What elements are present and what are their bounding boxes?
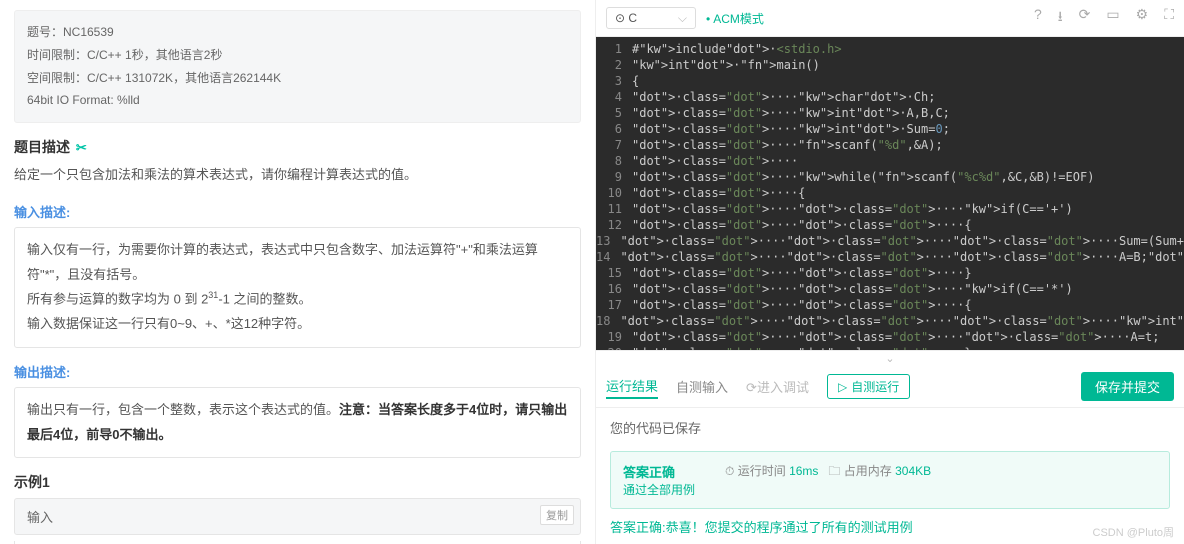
tab-result[interactable]: 运行结果 xyxy=(606,374,658,399)
tab-debug[interactable]: ⟳进入调试 xyxy=(746,375,809,398)
code-panel: ⊙ C ACM模式 ? ⭳ ⟳ ▭ ⚙ ⛶ 1#"kw">include"dot… xyxy=(596,0,1184,544)
result-box: 答案正确 通过全部用例 ⏱ 运行时间 16ms 🗀 占用内存 304KB xyxy=(610,451,1170,509)
runtime-meta: ⏱ 运行时间 16ms 🗀 占用内存 304KB xyxy=(725,462,931,483)
desc-body: 给定一个只包含加法和乘法的算术表达式，请你编程计算表达式的值。 xyxy=(14,163,581,188)
download-icon[interactable]: ⭳ xyxy=(1058,6,1063,30)
tab-selftest[interactable]: 自测输入 xyxy=(676,375,728,398)
copy-button[interactable]: 复制 xyxy=(540,505,574,525)
verdict-sub: 通过全部用例 xyxy=(623,481,695,498)
submit-button[interactable]: 保存并提交 xyxy=(1081,372,1174,401)
watermark: CSDN @Pluto周 xyxy=(1093,524,1174,540)
fullscreen-icon[interactable]: ⛶ xyxy=(1164,6,1174,30)
desc-title: 题目描述 ✂ xyxy=(14,137,581,157)
example-input-header: 输入 复制 xyxy=(14,498,581,535)
io-format: 64bit IO Format: %lld xyxy=(27,89,568,112)
output-desc-card: 输出只有一行，包含一个整数，表示这个表达式的值。注意：当答案长度多于4位时，请只… xyxy=(14,387,581,458)
output-desc-title: 输出描述: xyxy=(14,362,581,381)
editor-toolbar: ⊙ C ACM模式 ? ⭳ ⟳ ▭ ⚙ ⛶ xyxy=(596,0,1184,37)
save-message: 您的代码已保存 xyxy=(596,408,1184,447)
verdict: 答案正确 xyxy=(623,462,695,481)
code-editor[interactable]: 1#"kw">include"dot">·<stdio.h>2"kw">int"… xyxy=(596,37,1184,350)
judge-mode[interactable]: ACM模式 xyxy=(706,10,764,27)
example-title: 示例1 xyxy=(14,472,581,492)
layout-icon[interactable]: ▭ xyxy=(1106,6,1119,30)
input-desc-card: 输入仅有一行，为需要你计算的表达式，表达式中只包含数字、加法运算符"+"和乘法运… xyxy=(14,227,581,348)
refresh-icon[interactable]: ⟳ xyxy=(1079,6,1091,30)
space-limit: 空间限制：C/C++ 131072K，其他语言262144K xyxy=(27,67,568,90)
problem-id: 题号：NC16539 xyxy=(27,21,568,44)
self-run-button[interactable]: ▷ 自测运行 xyxy=(827,374,910,399)
question-icon[interactable]: ? xyxy=(1034,6,1042,30)
problem-meta: 题号：NC16539 时间限制：C/C++ 1秒，其他语言2秒 空间限制：C/C… xyxy=(14,10,581,123)
language-select[interactable]: ⊙ C xyxy=(606,7,696,29)
input-desc-title: 输入描述: xyxy=(14,202,581,221)
time-limit: 时间限制：C/C++ 1秒，其他语言2秒 xyxy=(27,44,568,67)
problem-panel: 题号：NC16539 时间限制：C/C++ 1秒，其他语言2秒 空间限制：C/C… xyxy=(0,0,596,544)
collapse-handle[interactable]: ⌄ xyxy=(596,351,1184,366)
gear-icon[interactable]: ⚙ xyxy=(1136,6,1149,30)
